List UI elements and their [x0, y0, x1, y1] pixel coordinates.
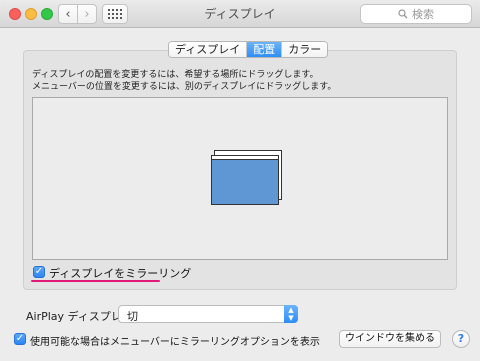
- checkmark-icon: ✓: [15, 333, 25, 344]
- tab-color[interactable]: カラー: [282, 42, 328, 57]
- tab-bar: ディスプレイ 配置 カラー: [168, 41, 329, 58]
- search-field[interactable]: 検索: [360, 4, 472, 24]
- search-icon: [398, 9, 408, 19]
- mirror-displays-checkbox[interactable]: ✓: [33, 266, 45, 278]
- instruction-line-2: メニューバーの位置を変更するには、別のディスプレイにドラッグします。: [32, 82, 337, 92]
- show-mirroring-options-label[interactable]: 使用可能な場合はメニューバーにミラーリングオプションを表示: [30, 333, 320, 348]
- titlebar: ‹ › ディスプレイ 検索: [0, 0, 480, 28]
- show-mirroring-options-checkbox[interactable]: ✓: [14, 333, 26, 345]
- instruction-line-1: ディスプレイの配置を変更するには、希望する場所にドラッグします。: [32, 70, 319, 80]
- mirror-displays-label[interactable]: ディスプレイをミラーリング: [49, 265, 191, 281]
- arrangement-instructions: ディスプレイの配置を変更するには、希望する場所にドラッグします。 メニューバーの…: [32, 69, 336, 93]
- tab-display[interactable]: ディスプレイ: [169, 42, 248, 57]
- updown-arrows-icon: ▲ ▼: [284, 305, 298, 323]
- gather-windows-button[interactable]: ウインドウを集める: [339, 330, 441, 348]
- help-button[interactable]: ?: [452, 330, 470, 348]
- airplay-display-select[interactable]: 切 ▲ ▼: [118, 305, 298, 323]
- checkmark-icon: ✓: [34, 266, 44, 277]
- tab-arrangement[interactable]: 配置: [247, 42, 283, 57]
- mirrored-display-main[interactable]: [211, 155, 279, 205]
- search-placeholder: 検索: [412, 8, 434, 21]
- airplay-select-value: 切: [127, 310, 138, 323]
- highlight-underline: [31, 280, 160, 282]
- preferences-window: ‹ › ディスプレイ 検索 ディスプレイ 配置 カラー ディスプレイの配置を変更…: [0, 0, 480, 361]
